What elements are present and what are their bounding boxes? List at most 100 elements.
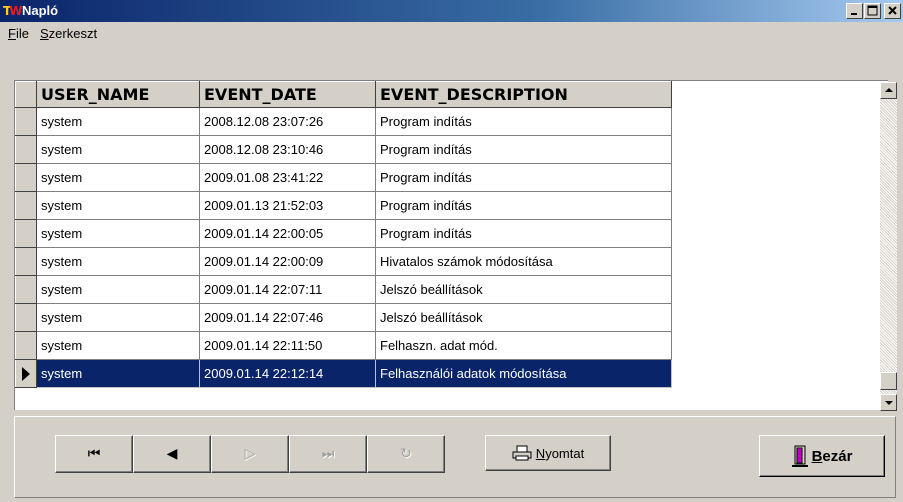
close-label-rest: ezár <box>822 447 853 465</box>
cell-event-date[interactable]: 2009.01.14 22:11:50 <box>199 331 376 360</box>
table-row[interactable]: system 2009.01.13 21:52:03 Program indítás <box>15 191 672 220</box>
menu-edit-accel: S <box>40 26 49 41</box>
db-navigator: ⏮ ◀ ▷ ⏭ ↻ <box>55 435 445 473</box>
row-indicator[interactable] <box>15 135 37 164</box>
column-header-event-description[interactable]: EVENT_DESCRIPTION <box>375 81 672 108</box>
table-row[interactable]: system 2008.12.08 23:07:26 Program indítás <box>15 107 672 136</box>
window-title: Napló <box>22 3 59 18</box>
cell-event-description[interactable]: Program indítás <box>375 135 672 164</box>
title-bar[interactable]: TW Napló <box>0 0 903 22</box>
bottom-panel: ⏮ ◀ ▷ ⏭ ↻ Nyomtat Bezár <box>14 416 896 498</box>
cell-event-date[interactable]: 2009.01.14 22:00:05 <box>199 219 376 248</box>
printer-icon <box>512 445 532 461</box>
table-header-row: USER_NAME EVENT_DATE EVENT_DESCRIPTION <box>15 81 672 108</box>
cell-event-date[interactable]: 2009.01.14 22:07:11 <box>199 275 376 304</box>
maximize-button[interactable] <box>864 3 881 19</box>
scroll-down-button[interactable] <box>880 394 897 411</box>
nav-next-button[interactable]: ▷ <box>211 435 289 473</box>
cell-event-description[interactable]: Felhaszn. adat mód. <box>375 331 672 360</box>
cell-event-date[interactable]: 2009.01.13 21:52:03 <box>199 191 376 220</box>
row-indicator[interactable] <box>15 163 37 192</box>
cell-event-date[interactable]: 2009.01.08 23:41:22 <box>199 163 376 192</box>
row-indicator[interactable] <box>15 359 37 388</box>
cell-event-description[interactable]: Felhasználói adatok módosítása <box>375 359 672 388</box>
cell-user-name[interactable]: system <box>36 191 200 220</box>
app-logo-icon: TW <box>3 4 22 18</box>
first-record-icon: ⏮ <box>87 446 101 462</box>
nav-last-button[interactable]: ⏭ <box>289 435 367 473</box>
cell-user-name[interactable]: system <box>36 247 200 276</box>
door-exit-icon <box>791 445 808 467</box>
window-controls <box>845 3 901 19</box>
cell-user-name[interactable]: system <box>36 135 200 164</box>
menu-file-accel: F <box>8 26 16 41</box>
cell-event-description[interactable]: Hivatalos számok módosítása <box>375 247 672 276</box>
cell-user-name[interactable]: system <box>36 163 200 192</box>
print-button[interactable]: Nyomtat <box>485 435 611 471</box>
indicator-header <box>15 81 37 108</box>
menu-bar: File Szerkeszt <box>0 22 903 46</box>
menu-file[interactable]: File <box>8 26 29 42</box>
row-indicator[interactable] <box>15 331 37 360</box>
cell-event-description[interactable]: Program indítás <box>375 191 672 220</box>
cell-event-description[interactable]: Program indítás <box>375 163 672 192</box>
nav-prior-button[interactable]: ◀ <box>133 435 211 473</box>
cell-user-name[interactable]: system <box>36 107 200 136</box>
vertical-scrollbar[interactable] <box>880 82 897 411</box>
refresh-icon: ↻ <box>400 446 412 462</box>
cell-event-description[interactable]: Program indítás <box>375 219 672 248</box>
scroll-up-button[interactable] <box>880 82 897 99</box>
cell-event-description[interactable]: Jelszó beállítások <box>375 303 672 332</box>
table-row[interactable]: system 2009.01.14 22:00:09 Hivatalos számo… <box>15 247 672 276</box>
cell-event-date[interactable]: 2009.01.14 22:07:46 <box>199 303 376 332</box>
nav-first-button[interactable]: ⏮ <box>55 435 133 473</box>
row-indicator[interactable] <box>15 275 37 304</box>
close-icon <box>888 6 897 15</box>
cell-event-date[interactable]: 2008.12.08 23:10:46 <box>199 135 376 164</box>
cell-user-name[interactable]: system <box>36 359 200 388</box>
cell-user-name[interactable]: system <box>36 331 200 360</box>
scroll-thumb[interactable] <box>880 372 897 390</box>
table-row[interactable]: system 2009.01.14 22:12:14 Felhasználói ad… <box>15 359 672 388</box>
arrow-down-icon <box>885 401 893 405</box>
minimize-button[interactable] <box>846 3 863 19</box>
cell-event-description[interactable]: Program indítás <box>375 107 672 136</box>
print-label-rest: yomtat <box>545 445 585 461</box>
log-table: USER_NAME EVENT_DATE EVENT_DESCRIPTION s… <box>15 81 672 388</box>
column-header-user-name[interactable]: USER_NAME <box>36 81 200 108</box>
table-row[interactable]: system 2009.01.14 22:07:11 Jelszó beállítá… <box>15 275 672 304</box>
cell-user-name[interactable]: system <box>36 275 200 304</box>
table-row[interactable]: system 2008.12.08 23:10:46 Program indítás <box>15 135 672 164</box>
row-indicator[interactable] <box>15 247 37 276</box>
table-row[interactable]: system 2009.01.08 23:41:22 Program indítás <box>15 163 672 192</box>
close-accel: B <box>811 447 823 465</box>
arrow-up-icon <box>885 88 893 92</box>
cell-user-name[interactable]: system <box>36 219 200 248</box>
cell-user-name[interactable]: system <box>36 303 200 332</box>
current-row-pointer-icon <box>22 366 30 381</box>
nav-refresh-button[interactable]: ↻ <box>367 435 445 473</box>
print-label: Nyomtat <box>536 446 584 461</box>
cell-event-description[interactable]: Jelszó beállítások <box>375 275 672 304</box>
cell-event-date[interactable]: 2008.12.08 23:07:26 <box>199 107 376 136</box>
close-button[interactable]: Bezár <box>759 435 885 477</box>
table-row[interactable]: system 2009.01.14 22:00:05 Program indítás <box>15 219 672 248</box>
menu-edit[interactable]: Szerkeszt <box>40 26 97 42</box>
cell-event-date[interactable]: 2009.01.14 22:12:14 <box>199 359 376 388</box>
print-accel: N <box>535 445 546 461</box>
row-indicator[interactable] <box>15 191 37 220</box>
minimize-icon <box>851 13 857 15</box>
cell-event-date[interactable]: 2009.01.14 22:00:09 <box>199 247 376 276</box>
close-window-button[interactable] <box>884 3 901 19</box>
last-record-icon: ⏭ <box>321 446 335 462</box>
log-window: TW Napló File Szerkeszt USER_NAME EVENT_… <box>0 0 903 502</box>
row-indicator[interactable] <box>15 303 37 332</box>
row-indicator[interactable] <box>15 219 37 248</box>
prior-record-icon: ◀ <box>166 446 178 462</box>
maximize-icon <box>867 5 878 16</box>
table-row[interactable]: system 2009.01.14 22:07:46 Jelszó beállítá… <box>15 303 672 332</box>
column-header-event-date[interactable]: EVENT_DATE <box>199 81 376 108</box>
event-log-grid[interactable]: USER_NAME EVENT_DATE EVENT_DESCRIPTION s… <box>14 80 888 410</box>
row-indicator[interactable] <box>15 107 37 136</box>
table-row[interactable]: system 2009.01.14 22:11:50 Felhaszn. adat … <box>15 331 672 360</box>
